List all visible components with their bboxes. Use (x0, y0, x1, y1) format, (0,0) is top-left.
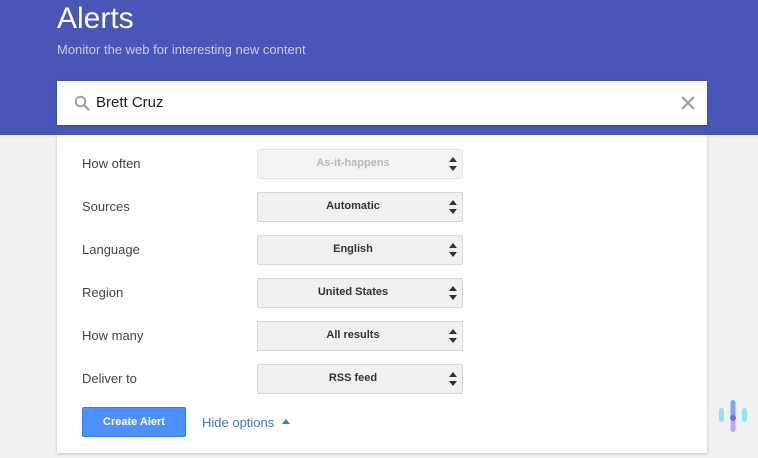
how-many-select[interactable]: All results (257, 321, 463, 351)
sources-label: Sources (82, 199, 130, 214)
region-value: United States (317, 286, 389, 298)
logo-icon (719, 400, 747, 432)
how-often-value: As-it-happens (316, 157, 390, 169)
deliver-to-value: RSS feed (328, 372, 378, 384)
option-row-language: Language English (57, 235, 707, 265)
language-value: English (333, 243, 373, 255)
page-subtitle: Monitor the web for interesting new cont… (57, 42, 306, 57)
how-many-label: How many (82, 328, 144, 343)
how-many-value: All results (326, 329, 380, 341)
options-panel: How often As-it-happens Sources Automati… (57, 135, 707, 453)
option-row-region: Region United States (57, 278, 707, 308)
option-row-deliver-to: Deliver to RSS feed (57, 364, 707, 394)
deliver-to-select[interactable]: RSS feed (257, 364, 463, 394)
language-select[interactable]: English (257, 235, 463, 265)
search-icon (74, 95, 90, 111)
select-arrows-icon (449, 329, 457, 343)
search-query[interactable]: Brett Cruz (96, 94, 164, 111)
language-label: Language (82, 242, 140, 257)
region-label: Region (82, 285, 124, 300)
deliver-to-label: Deliver to (82, 371, 137, 386)
option-row-how-often: How often As-it-happens (57, 149, 707, 179)
select-arrows-icon (449, 372, 457, 386)
page-title: Alerts (57, 2, 134, 35)
search-input[interactable]: Brett Cruz (57, 81, 707, 125)
sources-select[interactable]: Automatic (257, 192, 463, 222)
select-arrows-icon (449, 200, 457, 214)
how-often-label: How often (82, 156, 141, 171)
caret-up-icon (282, 419, 291, 425)
close-icon[interactable] (679, 94, 697, 112)
option-row-sources: Sources Automatic (57, 192, 707, 222)
create-alert-button[interactable]: Create Alert (82, 407, 186, 437)
select-arrows-icon (449, 243, 457, 257)
option-row-how-many: How many All results (57, 321, 707, 351)
region-select[interactable]: United States (257, 278, 463, 308)
hide-options-link[interactable]: Hide options (202, 415, 291, 430)
hide-options-label: Hide options (202, 415, 275, 430)
sources-value: Automatic (326, 200, 380, 212)
select-arrows-icon (449, 157, 457, 171)
select-arrows-icon (449, 286, 457, 300)
how-often-select: As-it-happens (257, 149, 463, 179)
